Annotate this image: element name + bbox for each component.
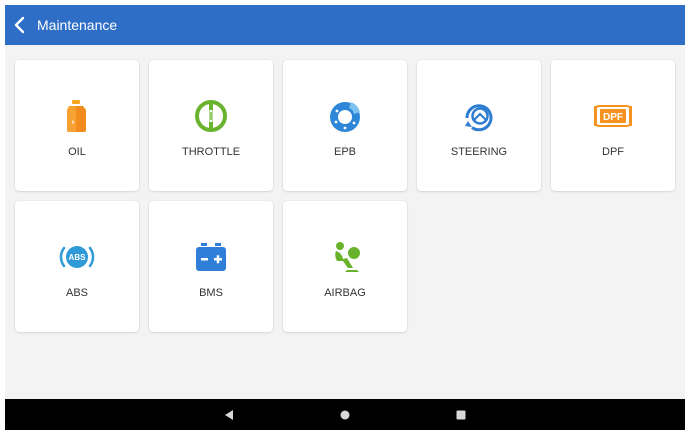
nav-home-button[interactable]	[333, 403, 357, 427]
home-circle-icon	[340, 410, 350, 420]
svg-text:DPF: DPF	[603, 112, 623, 123]
tile-label: OIL	[68, 146, 86, 158]
tile-airbag[interactable]: AIRBAG	[283, 201, 407, 332]
back-button[interactable]	[5, 5, 35, 45]
battery-icon	[191, 237, 231, 277]
steering-icon	[459, 96, 499, 136]
tile-dpf[interactable]: DPF DPF	[551, 60, 675, 191]
back-triangle-icon	[225, 410, 233, 420]
page-title: Maintenance	[37, 17, 118, 33]
tile-label: ABS	[65, 287, 88, 299]
app-bar: Maintenance	[5, 5, 685, 45]
tile-label: BMS	[199, 287, 223, 299]
tile-abs[interactable]: ABS ABS	[15, 201, 139, 332]
tile-label: EPB	[333, 146, 356, 158]
nav-recents-button[interactable]	[449, 403, 473, 427]
tile-label: STEERING	[450, 146, 508, 158]
tile-epb[interactable]: EPB	[283, 60, 407, 191]
dpf-icon: DPF	[593, 96, 633, 136]
system-nav-bar	[5, 399, 685, 430]
tile-throttle[interactable]: THROTTLE	[149, 60, 273, 191]
tile-label: AIRBAG	[324, 287, 366, 299]
tile-label: DPF	[602, 146, 624, 158]
nav-back-button[interactable]	[217, 403, 241, 427]
oil-bottle-icon	[57, 96, 97, 136]
recents-square-icon	[456, 410, 466, 420]
svg-text:ABS: ABS	[69, 253, 87, 262]
tile-label: THROTTLE	[181, 146, 241, 158]
airbag-icon	[325, 237, 365, 277]
epb-icon	[325, 96, 365, 136]
maintenance-screen: Maintenance OIL THROTTLE EPB STEERING DP…	[5, 5, 685, 430]
abs-icon: ABS	[57, 237, 97, 277]
tile-steering[interactable]: STEERING	[417, 60, 541, 191]
tile-oil[interactable]: OIL	[15, 60, 139, 191]
chevron-left-icon	[14, 16, 25, 34]
throttle-icon	[191, 96, 231, 136]
tile-bms[interactable]: BMS	[149, 201, 273, 332]
